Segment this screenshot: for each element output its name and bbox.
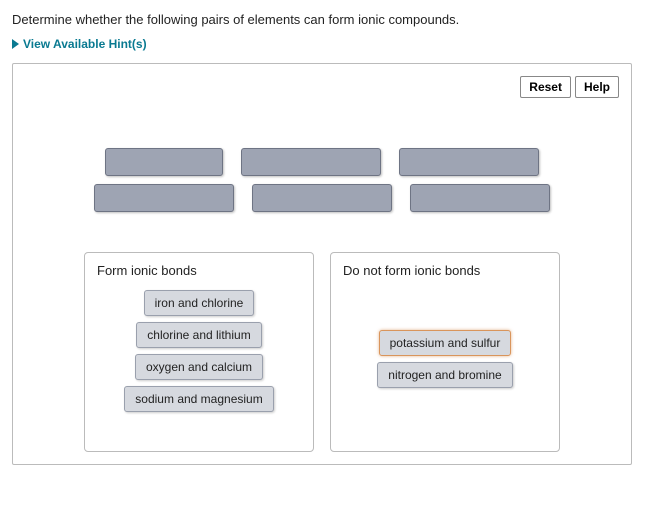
bin-form-ionic[interactable]: Form ionic bonds iron and chlorine chlor… [84, 252, 314, 452]
chip-item[interactable]: oxygen and calcium [135, 354, 263, 380]
chip-item[interactable]: chlorine and lithium [136, 322, 261, 348]
view-hints-link[interactable]: View Available Hint(s) [12, 37, 634, 51]
help-button[interactable]: Help [575, 76, 619, 98]
question-text: Determine whether the following pairs of… [12, 12, 634, 27]
bin-right-items: potassium and sulfur nitrogen and bromin… [339, 290, 551, 388]
empty-slot[interactable] [252, 184, 392, 212]
reset-button[interactable]: Reset [520, 76, 571, 98]
empty-slot[interactable] [410, 184, 550, 212]
empty-slot[interactable] [399, 148, 539, 176]
pool-row [105, 148, 539, 176]
triangle-right-icon [12, 39, 19, 49]
hints-label: View Available Hint(s) [23, 37, 147, 51]
drop-bins: Form ionic bonds iron and chlorine chlor… [25, 252, 619, 452]
pool-row [94, 184, 550, 212]
bin-title-right: Do not form ionic bonds [339, 261, 551, 280]
bin-title-left: Form ionic bonds [93, 261, 305, 280]
empty-slot[interactable] [94, 184, 234, 212]
exercise-panel: Reset Help Form ionic bonds iron and chl… [12, 63, 632, 465]
empty-slot[interactable] [241, 148, 381, 176]
chip-item[interactable]: iron and chlorine [144, 290, 255, 316]
bin-left-items: iron and chlorine chlorine and lithium o… [93, 290, 305, 412]
chip-item[interactable]: potassium and sulfur [379, 330, 512, 356]
source-pool [25, 148, 619, 212]
bin-no-ionic[interactable]: Do not form ionic bonds potassium and su… [330, 252, 560, 452]
chip-item[interactable]: nitrogen and bromine [377, 362, 512, 388]
chip-item[interactable]: sodium and magnesium [124, 386, 273, 412]
empty-slot[interactable] [105, 148, 223, 176]
toolbar: Reset Help [25, 76, 619, 98]
